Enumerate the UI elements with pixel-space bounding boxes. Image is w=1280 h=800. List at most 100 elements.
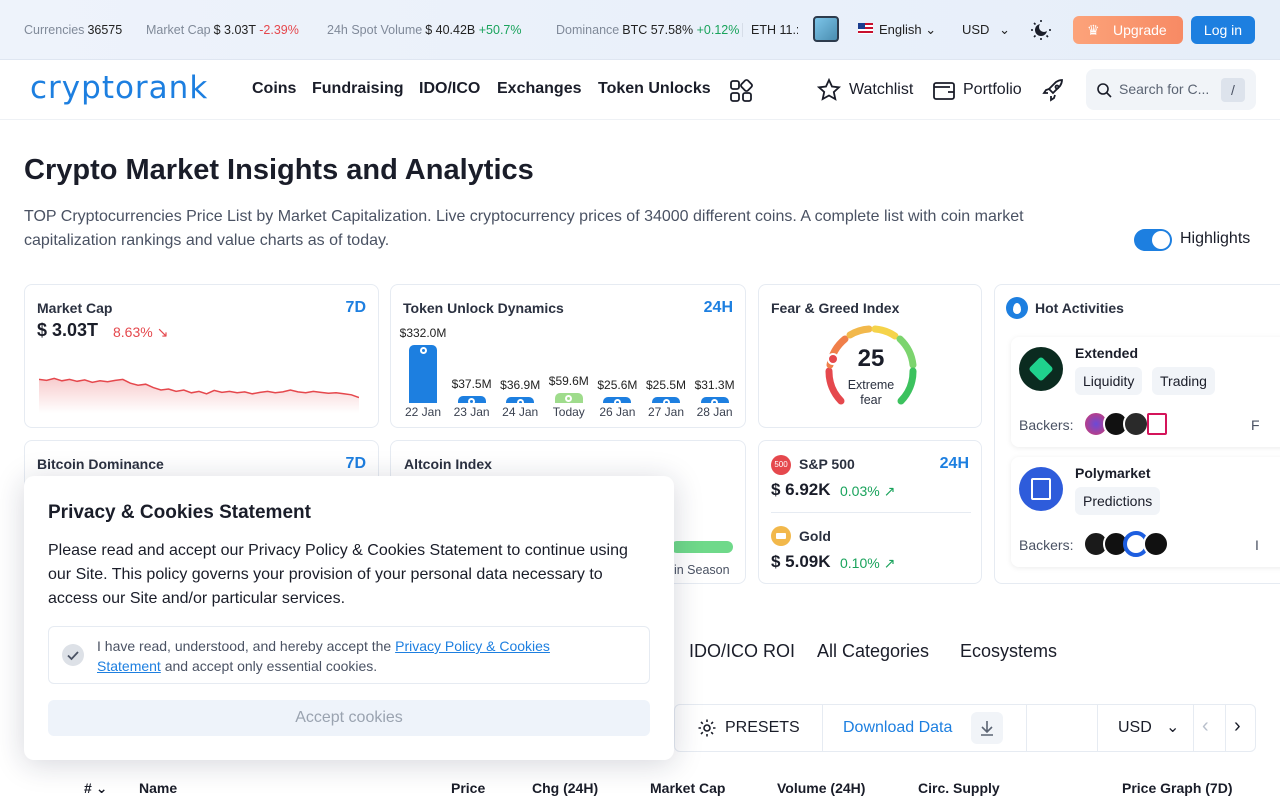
column-supply-header[interactable]: Circ. Supply [918, 780, 1000, 796]
chevron-left-icon[interactable]: ‹ [1202, 715, 1209, 738]
fear-greed-value: 25 [857, 345, 885, 372]
search-box[interactable]: Search for C... / [1086, 69, 1256, 110]
unlock-date-label: 23 Jan [453, 405, 490, 419]
column-graph-header: Price Graph (7D) [1122, 780, 1233, 796]
column-marketcap-header[interactable]: Market Cap [650, 780, 725, 796]
consent-row[interactable]: I have read, understood, and hereby acce… [48, 626, 650, 684]
sp500-value: $ 6.92K [771, 480, 831, 499]
column-name-header[interactable]: Name [139, 780, 177, 796]
check-icon [67, 651, 79, 661]
accept-cookies-button[interactable]: Accept cookies [48, 700, 650, 736]
backers-more: F [1251, 417, 1260, 433]
unlock-date-label: 28 Jan [696, 405, 733, 419]
market-cap-card[interactable]: Market Cap 7D $ 3.03T 8.63% ↘ [24, 284, 379, 428]
watchlist-button[interactable]: Watchlist [817, 78, 913, 102]
tab-ido-ico-roi[interactable]: IDO/ICO ROI [689, 641, 795, 662]
theme-toggle-icon[interactable] [1030, 19, 1052, 41]
backer-avatar[interactable] [1143, 531, 1169, 557]
gold-value: $ 5.09K [771, 552, 831, 571]
tab-all-categories[interactable]: All Categories [817, 641, 929, 662]
hot-activity-item[interactable]: Extended Liquidity Trading Backers: F [1011, 337, 1280, 447]
tab-ecosystems[interactable]: Ecosystems [960, 641, 1057, 662]
backers-label: Backers: [1019, 537, 1074, 553]
stat-dominance: Dominance BTC 57.58% +0.12% [556, 23, 740, 37]
stat-market-cap: Market Cap $ 3.03T -2.39% [146, 23, 299, 37]
login-button[interactable]: Log in [1191, 16, 1255, 44]
divider [771, 512, 971, 513]
tag-chip[interactable]: Trading [1152, 367, 1215, 395]
modal-title: Privacy & Cookies Statement [48, 502, 311, 523]
nav-token-unlocks[interactable]: Token Unlocks [598, 80, 711, 98]
project-name: Polymarket [1075, 465, 1151, 481]
promo-pixel-icon[interactable] [813, 16, 839, 42]
nav-exchanges[interactable]: Exchanges [497, 80, 581, 98]
fear-greed-card[interactable]: Fear & Greed Index 25 Extreme fear [758, 284, 982, 428]
gold-change: 0.10% ↗ [840, 555, 896, 571]
flame-icon [1006, 297, 1028, 319]
gear-icon [698, 719, 716, 737]
unlock-date-label: Today [552, 405, 585, 419]
backer-avatar[interactable] [1147, 413, 1167, 435]
polymarket-logo [1019, 467, 1063, 511]
download-data-button[interactable]: Download Data [823, 705, 1027, 751]
sp500-title: S&P 500 [799, 456, 855, 472]
unlock-bar-marker [419, 347, 427, 354]
nav-ido-ico[interactable]: IDO/ICO [419, 80, 480, 98]
highlights-toggle[interactable] [1134, 229, 1172, 251]
currency-selector[interactable]: USD ⌄ [962, 22, 1010, 38]
unlock-date-label: 26 Jan [599, 405, 636, 419]
arrow-up-right-icon: ↗ [883, 483, 896, 499]
apps-grid-icon[interactable] [729, 79, 753, 108]
unlock-bar-marker [565, 394, 573, 402]
period-badge[interactable]: 24H [940, 455, 969, 473]
backers-label: Backers: [1019, 417, 1074, 433]
chevron-down-icon: ⌄ [1166, 719, 1180, 736]
unlock-date-label: 22 Jan [404, 405, 442, 419]
hot-activities-card: Hot Activities Extended Liquidity Tradin… [994, 284, 1280, 584]
chevron-down-icon: ⌄ [95, 780, 108, 796]
tag-chip[interactable]: Predictions [1075, 487, 1161, 515]
unlock-bar-chart: $332.0M 22 Jan $37.5M 23 Jan $36.9M 24 Jan $59… [391, 285, 747, 429]
arrow-down-right-icon: ↘ [156, 324, 169, 340]
card-title: Market Cap [37, 300, 113, 316]
nav-coins[interactable]: Coins [252, 80, 296, 98]
backer-avatar[interactable] [1123, 411, 1149, 437]
sp500-gold-card[interactable]: 500 S&P 500 24H $ 6.92K 0.03% ↗ Gold $ 5… [758, 440, 982, 584]
pagination-arrows: ‹ › [1193, 705, 1256, 751]
hot-activity-item[interactable]: Polymarket Predictions Backers: I [1011, 457, 1280, 567]
portfolio-button[interactable]: Portfolio [932, 78, 1022, 102]
gold-title: Gold [799, 528, 831, 544]
column-change-header[interactable]: Chg (24H) [532, 780, 598, 796]
language-selector[interactable]: English ⌄ [879, 22, 936, 38]
chevron-down-icon: ⌄ [999, 22, 1010, 37]
unlock-bar-value-label: $332.0M [399, 326, 447, 340]
chevron-right-icon[interactable]: › [1234, 715, 1241, 738]
star-icon [817, 78, 841, 101]
fear-greed-label: Extreme fear [847, 378, 895, 407]
currency-dropdown[interactable]: USD ⌄ [1097, 705, 1193, 751]
presets-button[interactable]: PRESETS [675, 705, 823, 751]
period-badge[interactable]: 7D [346, 299, 366, 317]
sp500-badge-icon: 500 [771, 455, 791, 475]
card-title: Bitcoin Dominance [37, 456, 164, 472]
consent-text: I have read, understood, and hereby acce… [97, 638, 550, 674]
cryptorank-logo[interactable]: cryptorank [30, 70, 208, 106]
us-flag-icon [858, 23, 873, 34]
page-subtitle: TOP Cryptocurrencies Price List by Marke… [24, 208, 1024, 249]
tag-chip[interactable]: Liquidity [1075, 367, 1143, 395]
search-icon [1097, 83, 1112, 98]
upgrade-button[interactable]: ♛ Upgrade [1073, 16, 1183, 44]
unlock-date-label: 24 Jan [502, 405, 539, 419]
altcoin-season-label: oin Season [667, 563, 730, 577]
column-price-header[interactable]: Price [451, 780, 485, 796]
project-name: Extended [1075, 345, 1139, 361]
period-badge[interactable]: 7D [346, 455, 366, 473]
token-unlock-card[interactable]: Token Unlock Dynamics 24H $332.0M 22 Jan $… [390, 284, 746, 428]
consent-checkbox[interactable] [62, 644, 84, 666]
column-volume-header[interactable]: Volume (24H) [777, 780, 865, 796]
search-shortcut-key: / [1221, 78, 1245, 102]
rocket-icon[interactable] [1042, 78, 1066, 107]
card-title: Fear & Greed Index [771, 300, 900, 316]
column-rank-header[interactable]: # ⌄ [84, 780, 107, 797]
nav-fundraising[interactable]: Fundraising [312, 80, 404, 98]
